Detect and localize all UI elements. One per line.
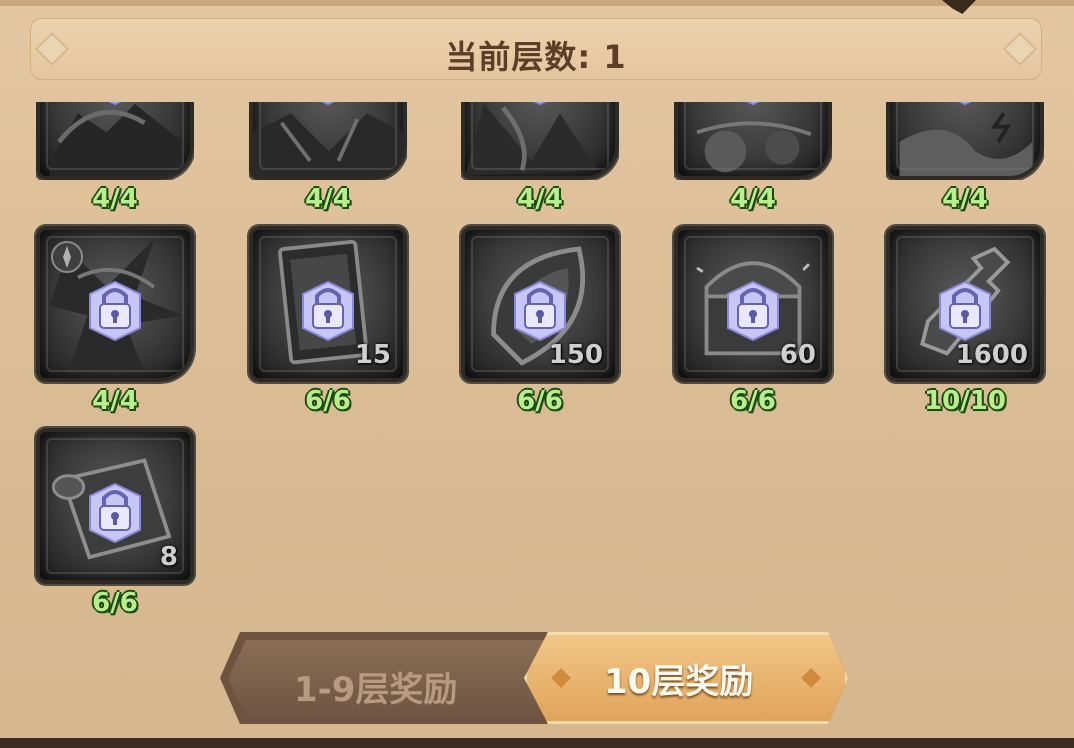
faction-emblem-icon bbox=[51, 241, 83, 273]
item-count: 4/4 bbox=[305, 184, 351, 214]
item-quantity: 8 bbox=[159, 542, 178, 572]
reward-slot-chest[interactable]: 60 6/6 bbox=[674, 226, 832, 416]
hero-portrait-tile bbox=[36, 226, 194, 382]
potion-item-tile: 1600 bbox=[886, 226, 1044, 382]
reward-slot-potion[interactable]: 1600 10/10 bbox=[886, 226, 1044, 416]
reward-slot-scroll[interactable]: 8 6/6 bbox=[36, 428, 194, 618]
item-count: 4/4 bbox=[92, 184, 138, 214]
item-count: 6/6 bbox=[305, 386, 351, 416]
item-count: 6/6 bbox=[92, 588, 138, 618]
scroll-icon bbox=[51, 458, 172, 560]
lock-icon bbox=[89, 482, 141, 544]
hero-portrait-tile bbox=[674, 102, 832, 180]
lock-icon bbox=[302, 280, 354, 342]
item-count: 6/6 bbox=[730, 386, 776, 416]
reward-slot-crystal[interactable]: 150 6/6 bbox=[461, 226, 619, 416]
panel-bottom-border bbox=[0, 738, 1074, 748]
tab-floors-1-9-label: 1-9层奖励 bbox=[294, 670, 458, 710]
item-quantity: 15 bbox=[354, 340, 391, 370]
lock-icon bbox=[958, 102, 972, 106]
reward-slot-hero-6[interactable]: 4/4 bbox=[36, 226, 194, 416]
lock-icon bbox=[939, 280, 991, 342]
tab-ornament-icon bbox=[801, 668, 821, 688]
hero-silhouette-icon bbox=[465, 103, 598, 176]
hero-portrait-tile bbox=[886, 102, 1044, 180]
reward-slot-card[interactable]: 15 6/6 bbox=[249, 226, 407, 416]
tab-floors-1-9[interactable]: 1-9层奖励 bbox=[228, 640, 546, 716]
hero-silhouette-icon bbox=[49, 103, 183, 176]
corner-ornament bbox=[942, 0, 976, 14]
item-count: 4/4 bbox=[92, 386, 138, 416]
item-quantity: 60 bbox=[779, 340, 816, 370]
scroll-item-tile: 8 bbox=[36, 428, 194, 584]
crystal-item-tile: 150 bbox=[461, 226, 619, 382]
lock-icon bbox=[89, 280, 141, 342]
chest-item-tile: 60 bbox=[674, 226, 832, 382]
reward-slot-hero-3[interactable]: 4/4 bbox=[461, 24, 619, 214]
lock-icon bbox=[321, 102, 335, 106]
tab-ornament-icon bbox=[551, 668, 571, 688]
chest-icon bbox=[696, 261, 810, 356]
item-count: 4/4 bbox=[517, 184, 563, 214]
reward-slot-hero-2[interactable]: 4/4 bbox=[249, 24, 407, 214]
panel-top-border bbox=[0, 0, 1074, 6]
hero-silhouette-icon bbox=[899, 112, 1033, 176]
lock-icon bbox=[533, 102, 547, 106]
item-quantity: 150 bbox=[548, 340, 603, 370]
item-count: 4/4 bbox=[942, 184, 988, 214]
lock-icon bbox=[514, 280, 566, 342]
crystal-icon bbox=[491, 246, 585, 366]
potion-icon bbox=[920, 246, 1011, 356]
reward-slot-hero-1[interactable]: 4/4 bbox=[36, 24, 194, 214]
lock-icon bbox=[108, 102, 122, 106]
reward-tabs: 1-9层奖励 10层奖励 bbox=[220, 632, 848, 724]
lock-icon bbox=[746, 102, 760, 106]
card-icon bbox=[278, 240, 369, 365]
item-count: 6/6 bbox=[517, 386, 563, 416]
hero-portrait-tile bbox=[249, 102, 407, 180]
hero-silhouette-icon bbox=[696, 121, 812, 173]
tab-floor-10-label: 10层奖励 bbox=[604, 662, 754, 702]
item-count: 10/10 bbox=[924, 386, 1006, 416]
reward-slot-hero-5[interactable]: 4/4 bbox=[886, 24, 1044, 214]
item-quantity: 1600 bbox=[955, 340, 1028, 370]
hero-portrait-tile bbox=[36, 102, 194, 180]
reward-panel: 当前层数: 1 4/4 4/4 4/4 4/4 4/4 4/4 15 6/6 1… bbox=[0, 0, 1074, 748]
item-count: 4/4 bbox=[730, 184, 776, 214]
hero-silhouette-icon bbox=[49, 239, 183, 373]
hero-silhouette-icon bbox=[253, 113, 403, 176]
lock-icon bbox=[727, 280, 779, 342]
card-item-tile: 15 bbox=[249, 226, 407, 382]
tab-floor-10[interactable]: 10层奖励 bbox=[524, 632, 848, 724]
hero-portrait-tile bbox=[461, 102, 619, 180]
reward-slot-hero-4[interactable]: 4/4 bbox=[674, 24, 832, 214]
